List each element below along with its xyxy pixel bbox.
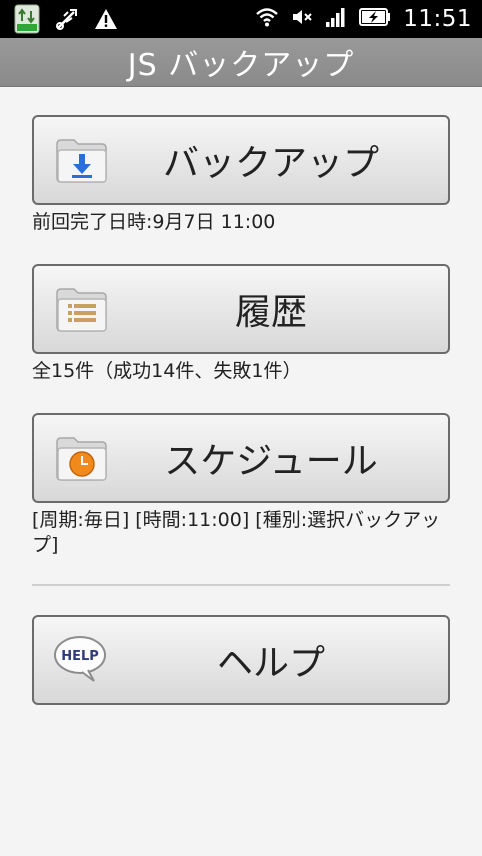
- schedule-button-label: スケジュール: [164, 441, 378, 482]
- last-backup-caption: 前回完了日時:9月7日 11:00: [32, 211, 276, 233]
- wifi-icon: [255, 6, 279, 32]
- history-button[interactable]: 履歴: [32, 264, 450, 354]
- mute-icon: [291, 7, 313, 31]
- usb-debug-icon: [54, 6, 80, 36]
- signal-icon: [325, 6, 347, 32]
- history-button-label: 履歴: [234, 292, 307, 333]
- backup-button[interactable]: バックアップ: [32, 115, 450, 205]
- help-button[interactable]: HELP ヘルプ: [32, 615, 450, 705]
- page-title: JS バックアップ: [127, 48, 355, 83]
- status-clock: 11:51: [403, 6, 472, 32]
- main-content: バックアップ 前回完了日時:9月7日 11:00 履歴 全15件（成功14件、失…: [0, 87, 482, 856]
- status-bar-notifications: [14, 4, 118, 38]
- status-bar-system: 11:51: [255, 4, 472, 34]
- history-summary-caption: 全15件（成功14件、失敗1件）: [32, 360, 302, 382]
- status-bar: 11:51: [0, 0, 482, 38]
- battery-charging-icon: [359, 7, 391, 31]
- section-divider: [32, 584, 450, 586]
- backup-button-label: バックアップ: [162, 143, 379, 184]
- app-update-icon: [14, 4, 40, 38]
- schedule-button[interactable]: スケジュール: [32, 413, 450, 503]
- warning-icon: [94, 7, 118, 35]
- help-button-label: ヘルプ: [216, 643, 325, 684]
- app-title-bar: JS バックアップ: [0, 38, 482, 87]
- schedule-settings-caption: [周期:毎日] [時間:11:00] [種別:選択バックアップ]: [32, 509, 441, 556]
